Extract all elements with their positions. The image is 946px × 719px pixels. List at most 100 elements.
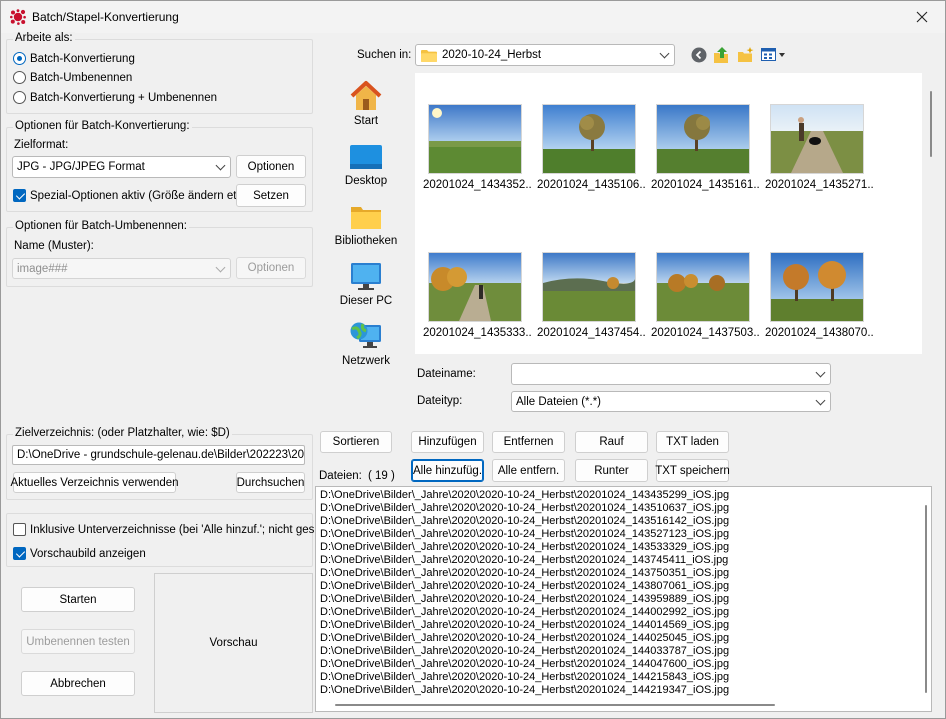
checkbox-label: Spezial-Optionen aktiv (Größe ändern etc… bbox=[30, 189, 250, 202]
list-item[interactable]: D:\OneDrive\Bilder\_Jahre\2020\2020-10-2… bbox=[320, 528, 729, 541]
remove-button[interactable]: Entfernen bbox=[492, 431, 565, 453]
file-thumbnail[interactable]: 20201024_1435333... bbox=[415, 243, 531, 353]
radio-batch-rename[interactable]: Batch-Umbenennen bbox=[13, 71, 132, 84]
list-item[interactable]: D:\OneDrive\Bilder\_Jahre\2020\2020-10-2… bbox=[320, 554, 728, 567]
checkbox-label: Vorschaubild anzeigen bbox=[30, 547, 146, 560]
load-txt-button[interactable]: TXT laden bbox=[656, 431, 729, 453]
folder-icon bbox=[421, 49, 437, 62]
file-list-box[interactable]: D:\OneDrive\Bilder\_Jahre\2020\2020-10-2… bbox=[315, 486, 932, 712]
list-item[interactable]: D:\OneDrive\Bilder\_Jahre\2020\2020-10-2… bbox=[320, 671, 729, 684]
place-start[interactable]: Start bbox=[325, 75, 407, 135]
radio-label: Batch-Konvertierung bbox=[30, 52, 135, 65]
special-options-checkbox[interactable]: Spezial-Optionen aktiv (Größe ändern etc… bbox=[13, 189, 249, 202]
radio-batch-convert[interactable]: Batch-Konvertierung bbox=[13, 52, 135, 65]
file-list-horizontal-scrollbar[interactable] bbox=[335, 704, 775, 706]
set-button[interactable]: Setzen bbox=[236, 184, 306, 207]
target-format-select[interactable]: JPG - JPG/JPEG Format bbox=[12, 156, 231, 178]
chevron-down-icon bbox=[215, 262, 226, 272]
remove-all-button[interactable]: Alle entfern. bbox=[492, 459, 565, 482]
file-thumbnail[interactable]: 20201024_1438070... bbox=[757, 243, 873, 353]
close-icon bbox=[916, 11, 928, 23]
target-format-label: Zielformat: bbox=[14, 139, 69, 151]
file-list-vertical-scrollbar[interactable] bbox=[925, 505, 927, 693]
list-item[interactable]: D:\OneDrive\Bilder\_Jahre\2020\2020-10-2… bbox=[320, 502, 729, 515]
target-directory-legend: Zielverzeichnis: (oder Platzhalter, wie:… bbox=[13, 427, 232, 439]
file-name: 20201024_1438070... bbox=[765, 327, 873, 339]
start-button[interactable]: Starten bbox=[21, 587, 135, 612]
network-globe-icon bbox=[350, 322, 381, 348]
up-folder-button[interactable] bbox=[713, 46, 731, 64]
file-thumbnail[interactable]: 20201024_1437503... bbox=[643, 243, 759, 353]
sort-button[interactable]: Sortieren bbox=[320, 431, 392, 453]
filename-input[interactable] bbox=[511, 363, 831, 385]
place-this-pc[interactable]: Dieser PC bbox=[325, 255, 407, 315]
convert-options-button[interactable]: Optionen bbox=[236, 155, 306, 178]
list-item[interactable]: D:\OneDrive\Bilder\_Jahre\2020\2020-10-2… bbox=[320, 541, 729, 554]
new-folder-icon bbox=[738, 47, 754, 62]
file-thumbnail[interactable]: 20201024_1437454... bbox=[529, 243, 645, 353]
name-pattern-select[interactable]: image### bbox=[12, 258, 231, 279]
list-item[interactable]: D:\OneDrive\Bilder\_Jahre\2020\2020-10-2… bbox=[320, 515, 729, 528]
list-item[interactable]: D:\OneDrive\Bilder\_Jahre\2020\2020-10-2… bbox=[320, 489, 729, 502]
radio-batch-convert-rename[interactable]: Batch-Konvertierung + Umbenennen bbox=[13, 91, 217, 104]
list-item[interactable]: D:\OneDrive\Bilder\_Jahre\2020\2020-10-2… bbox=[320, 593, 729, 606]
list-item[interactable]: D:\OneDrive\Bilder\_Jahre\2020\2020-10-2… bbox=[320, 684, 729, 697]
file-thumbnail[interactable]: 20201024_1435106... bbox=[529, 95, 645, 205]
add-all-button[interactable]: Alle hinzufüg. bbox=[411, 459, 484, 482]
chevron-down-icon bbox=[659, 48, 670, 59]
place-desktop[interactable]: Desktop bbox=[325, 135, 407, 195]
list-item[interactable]: D:\OneDrive\Bilder\_Jahre\2020\2020-10-2… bbox=[320, 567, 729, 580]
file-view-scrollbar[interactable] bbox=[930, 91, 932, 157]
list-item[interactable]: D:\OneDrive\Bilder\_Jahre\2020\2020-10-2… bbox=[320, 632, 729, 645]
add-button[interactable]: Hinzufügen bbox=[411, 431, 484, 453]
filetype-select[interactable]: Alle Dateien (*.*) bbox=[511, 391, 831, 412]
file-name: 20201024_1435161... bbox=[651, 179, 759, 191]
home-icon bbox=[350, 81, 382, 110]
up-folder-icon bbox=[714, 47, 728, 63]
back-button[interactable] bbox=[691, 47, 707, 63]
file-name: 20201024_1437503... bbox=[651, 327, 759, 339]
file-name: 20201024_1435271... bbox=[765, 179, 873, 191]
place-network[interactable]: Netzwerk bbox=[325, 315, 407, 375]
browse-button[interactable]: Durchsuchen bbox=[236, 472, 305, 493]
show-preview-checkbox[interactable]: Vorschaubild anzeigen bbox=[13, 547, 146, 560]
file-thumbnail-view[interactable]: 20201024_1434352... 20201024_1435106... … bbox=[415, 73, 922, 354]
search-in-label: Suchen in: bbox=[357, 49, 412, 61]
close-button[interactable] bbox=[899, 1, 945, 33]
list-item[interactable]: D:\OneDrive\Bilder\_Jahre\2020\2020-10-2… bbox=[320, 580, 729, 593]
desktop-icon bbox=[350, 145, 382, 169]
list-item[interactable]: D:\OneDrive\Bilder\_Jahre\2020\2020-10-2… bbox=[320, 658, 729, 671]
title-bar[interactable]: Batch/Stapel-Konvertierung bbox=[1, 1, 945, 33]
new-folder-button[interactable] bbox=[737, 46, 755, 64]
preview-panel: Vorschau bbox=[154, 573, 313, 713]
file-thumbnail[interactable]: 20201024_1435161... bbox=[643, 95, 759, 205]
radio-dot bbox=[13, 52, 26, 65]
chevron-down-icon bbox=[815, 367, 826, 378]
cancel-button[interactable]: Abbrechen bbox=[21, 671, 135, 696]
file-thumbnail[interactable]: 20201024_1435271... bbox=[757, 95, 873, 205]
image-thumbnail bbox=[429, 253, 521, 321]
filetype-label: Dateityp: bbox=[417, 395, 463, 407]
files-count: ( 19 ) bbox=[368, 470, 395, 482]
view-menu-button[interactable] bbox=[761, 47, 787, 63]
include-subdirs-checkbox[interactable]: Inklusive Unterverzeichnisse (bei 'Alle … bbox=[13, 523, 328, 536]
file-name: 20201024_1434352... bbox=[423, 179, 531, 191]
down-button[interactable]: Runter bbox=[575, 459, 648, 482]
test-rename-button[interactable]: Umbenennen testen bbox=[21, 629, 135, 654]
place-libraries[interactable]: Bibliotheken bbox=[325, 195, 407, 255]
list-item[interactable]: D:\OneDrive\Bilder\_Jahre\2020\2020-10-2… bbox=[320, 619, 729, 632]
list-item[interactable]: D:\OneDrive\Bilder\_Jahre\2020\2020-10-2… bbox=[320, 606, 729, 619]
file-thumbnail[interactable]: 20201024_1434352... bbox=[415, 95, 531, 205]
list-item[interactable]: D:\OneDrive\Bilder\_Jahre\2020\2020-10-2… bbox=[320, 645, 729, 658]
target-directory-input[interactable]: D:\OneDrive - grundschule-gelenau.de\Bil… bbox=[12, 445, 305, 465]
use-current-dir-button[interactable]: Aktuelles Verzeichnis verwenden bbox=[10, 472, 179, 493]
save-txt-button[interactable]: TXT speichern bbox=[655, 459, 730, 482]
checkbox-box bbox=[13, 523, 26, 536]
target-format-value: JPG - JPG/JPEG Format bbox=[17, 161, 145, 173]
folder-select[interactable]: 2020-10-24_Herbst bbox=[415, 44, 675, 66]
place-label: Bibliotheken bbox=[334, 235, 398, 247]
up-button[interactable]: Rauf bbox=[575, 431, 648, 453]
name-pattern-value: image### bbox=[17, 262, 68, 275]
rename-options-button[interactable]: Optionen bbox=[236, 257, 306, 279]
folder-name: 2020-10-24_Herbst bbox=[442, 49, 542, 61]
